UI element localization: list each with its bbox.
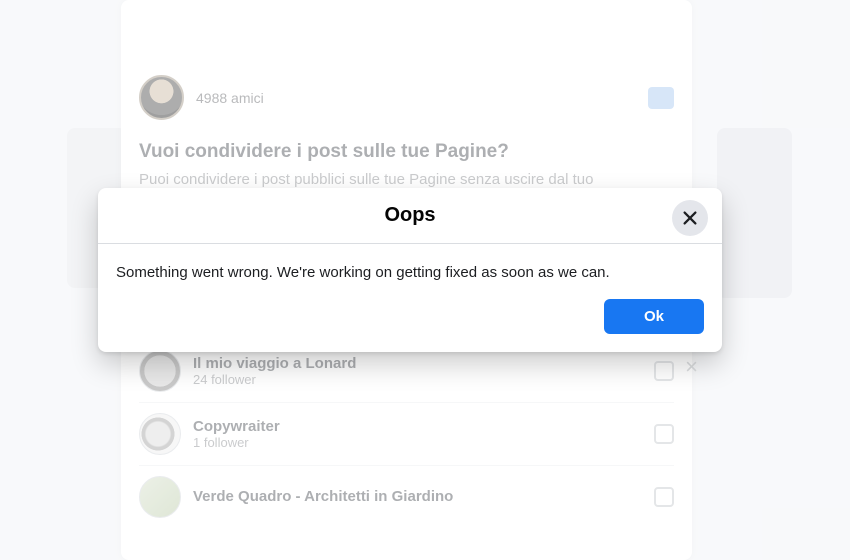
ok-button[interactable]: Ok bbox=[604, 299, 704, 334]
dialog-title: Oops bbox=[158, 204, 662, 227]
dialog-message: Something went wrong. We're working on g… bbox=[98, 244, 722, 293]
close-icon bbox=[681, 209, 699, 227]
dialog-footer: Ok bbox=[98, 293, 722, 352]
dialog-header: Oops bbox=[98, 188, 722, 244]
dialog-close-button[interactable] bbox=[672, 200, 708, 236]
error-dialog: Oops Something went wrong. We're working… bbox=[98, 188, 722, 352]
